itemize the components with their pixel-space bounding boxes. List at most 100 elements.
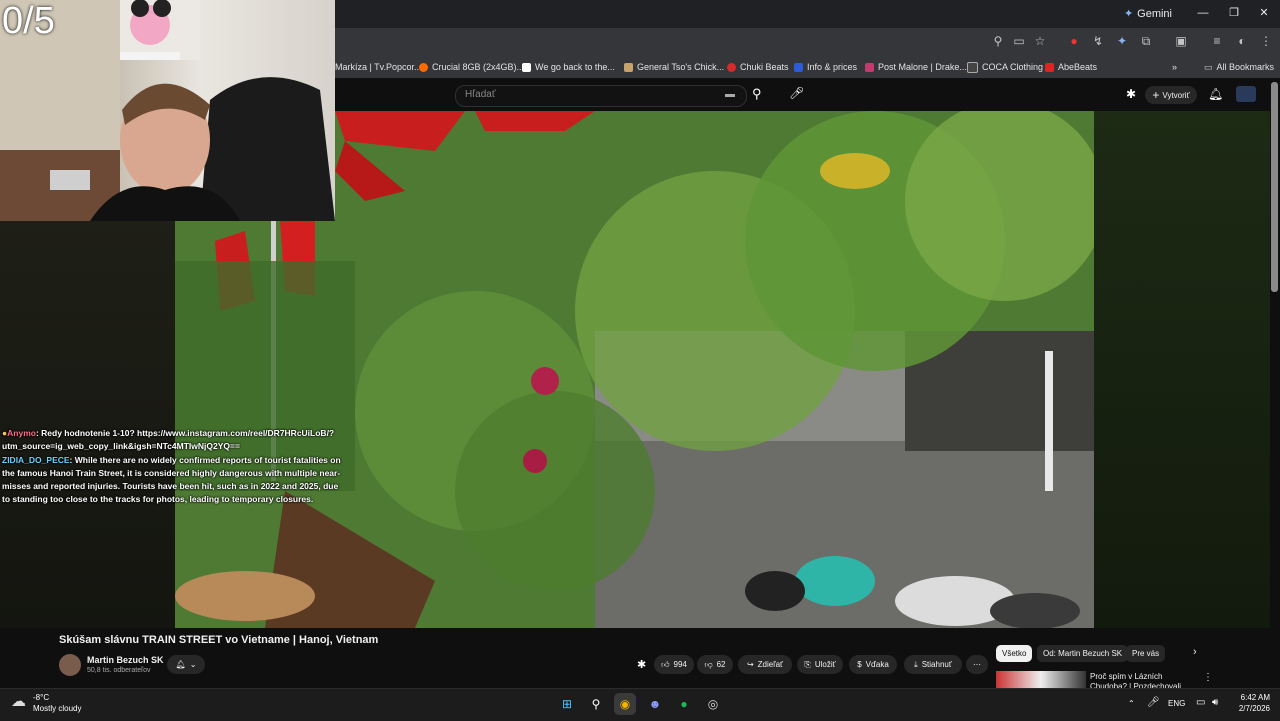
zoom-icon[interactable]: ⚲	[990, 33, 1006, 49]
share-icon: ↪	[746, 660, 754, 669]
cast-icon[interactable]: ▭	[1011, 33, 1027, 49]
media-icon[interactable]: ≡	[1209, 33, 1225, 49]
all-bookmarks-button[interactable]: ▭ All Bookmarks	[1204, 60, 1274, 74]
close-button[interactable]: ✕	[1254, 4, 1274, 22]
bookmark-item[interactable]: General Tso's Chick...	[624, 60, 724, 74]
share-button[interactable]: ↪ Zdieľať	[738, 655, 792, 674]
video-title: Skúšam slávnu TRAIN STREET vo Vietname |…	[59, 634, 379, 646]
more-actions-button[interactable]: ⋯	[966, 655, 988, 674]
bookmark-label: Chuki Beats	[740, 62, 789, 72]
extensions-puzzle-icon[interactable]: ⧉	[1138, 33, 1154, 49]
account-avatar[interactable]	[1236, 86, 1256, 102]
weather-temperature[interactable]: -8°C	[33, 693, 49, 702]
weather-icon[interactable]: ☁	[11, 692, 26, 710]
download-label: Stiahnuť	[921, 660, 952, 669]
extension-blue-icon[interactable]: ✦	[1114, 33, 1130, 49]
thumbs-up-icon: 👍︎	[661, 659, 670, 669]
extension-red-icon[interactable]: ●	[1066, 33, 1082, 49]
create-button[interactable]: + Vytvoriť	[1145, 86, 1197, 104]
search-placeholder: Hľadať	[465, 89, 496, 100]
chevron-right-icon[interactable]: ›	[1193, 646, 1197, 658]
channel-avatar[interactable]	[59, 654, 81, 676]
search-input[interactable]	[455, 85, 747, 107]
chevron-down-icon: ⌄	[189, 660, 197, 669]
bookmark-favicon-icon	[1045, 62, 1054, 72]
network-icon[interactable]: ▭	[1196, 697, 1205, 708]
left-ambient-panel	[0, 221, 175, 628]
bookmark-item[interactable]: Markíza | Tv.Popcor...	[335, 60, 422, 74]
recommendation-title[interactable]: Proč spím v Lázních Chudoba? | Pozdechov…	[1090, 672, 1200, 688]
bell-icon: 🔔︎	[175, 660, 186, 669]
clock-date[interactable]: 2/7/2026	[1230, 704, 1270, 713]
gemini-button[interactable]: ✦ Gemini	[1124, 7, 1172, 21]
recommendation-menu-icon[interactable]: ⋮	[1203, 672, 1213, 683]
like-count: 994	[673, 660, 687, 669]
dislike-button[interactable]: 👎︎ 62	[697, 655, 733, 674]
microphone-tray-icon[interactable]: 🎤︎	[1147, 697, 1160, 708]
menu-kebab-icon[interactable]: ⋮	[1258, 33, 1274, 49]
bookmark-favicon-icon	[419, 62, 428, 72]
counter-overlay: 0/5	[2, 0, 55, 42]
thanks-icon: $	[857, 660, 862, 669]
sidepanel-icon[interactable]: ▣	[1173, 33, 1189, 49]
start-icon[interactable]: ⊞	[556, 693, 578, 715]
bookmark-label: Crucial 8GB (2x4GB)...	[432, 62, 525, 72]
page-scrollbar[interactable]	[1271, 82, 1278, 292]
bookmark-item[interactable]: We go back to the...	[522, 60, 615, 74]
save-button[interactable]: ⎘ Uložiť	[797, 655, 843, 674]
clock-time[interactable]: 6:42 AM	[1230, 693, 1270, 702]
language-indicator[interactable]: ENG	[1168, 699, 1185, 708]
spotify-icon[interactable]: ●	[673, 693, 695, 715]
minimize-button[interactable]: —	[1193, 4, 1213, 22]
bookmark-favicon-icon	[624, 62, 633, 72]
search-icon[interactable]: ⚲	[752, 86, 762, 102]
volume-icon[interactable]: 🔊︎	[1212, 697, 1218, 708]
tray-chevron-up-icon[interactable]: ⌃	[1128, 699, 1135, 708]
chip-all[interactable]: Všetko	[996, 645, 1033, 662]
all-bookmarks-label: All Bookmarks	[1216, 62, 1275, 72]
recommendation-thumbnail[interactable]	[996, 671, 1086, 688]
sparkle-icon[interactable]: ✱	[637, 658, 646, 671]
bookmark-item[interactable]: Chuki Beats	[727, 60, 789, 74]
bookmarks-overflow-button[interactable]: »	[1172, 60, 1177, 74]
bookmark-label: Info & prices	[807, 62, 858, 72]
like-button[interactable]: 👍︎ 994	[654, 655, 694, 674]
profile-avatar-icon[interactable]: ◐	[1234, 33, 1250, 49]
bookmark-item[interactable]: COCA Clothing	[967, 60, 1043, 74]
download-button[interactable]: ⤓ Stiahnuť	[904, 655, 962, 674]
subscribe-bell-button[interactable]: 🔔︎ ⌄	[167, 655, 205, 674]
bookmark-favicon-icon	[967, 61, 978, 73]
bookmark-item[interactable]: Info & prices	[794, 60, 857, 74]
app-icon[interactable]: ◎	[702, 693, 724, 715]
gear-icon[interactable]: ✱	[1126, 87, 1136, 101]
chat-message: ZIDIA_DO_PECE: While there are no widely…	[2, 454, 342, 506]
bookmark-item[interactable]: Crucial 8GB (2x4GB)...	[419, 60, 524, 74]
weather-description[interactable]: Mostly cloudy	[33, 704, 81, 713]
bookmark-item[interactable]: Post Malone | Drake...	[865, 60, 967, 74]
bookmark-label: We go back to the...	[535, 62, 615, 72]
channel-name[interactable]: Martin Bezuch SK	[87, 655, 164, 665]
windows-taskbar	[0, 688, 1280, 721]
thanks-label: Vďaka	[865, 660, 889, 669]
folder-icon: ▭	[1204, 61, 1213, 72]
chrome-icon[interactable]: ◉	[614, 693, 636, 715]
bookmark-label: COCA Clothing	[982, 62, 1044, 72]
chip-from-channel[interactable]: Od: Martin Bezuch SK	[1037, 645, 1129, 662]
extension-gray-icon[interactable]: ↯	[1090, 33, 1106, 49]
keyboard-icon[interactable]: ▬	[725, 89, 735, 100]
restore-button[interactable]: ❐	[1224, 4, 1244, 22]
bookmark-label: Markíza | Tv.Popcor...	[335, 62, 422, 72]
taskbar-search-icon[interactable]: ⚲	[585, 693, 607, 715]
bookmark-favicon-icon	[727, 62, 736, 72]
bookmark-item[interactable]: AbeBeats	[1045, 60, 1097, 74]
microphone-icon[interactable]: 🎤︎	[789, 86, 804, 100]
discord-icon[interactable]: ☻	[644, 693, 666, 715]
bookmark-label: AbeBeats	[1058, 62, 1098, 72]
chip-for-you[interactable]: Pre vás	[1126, 645, 1166, 662]
subscriber-count: 50,8 tis. odberateľov	[87, 667, 151, 674]
bookmark-favicon-icon	[865, 62, 874, 72]
bookmark-star-icon[interactable]: ☆	[1032, 33, 1048, 49]
thanks-button[interactable]: $ Vďaka	[849, 655, 897, 674]
bell-icon[interactable]: 🔔︎	[1208, 87, 1223, 101]
chat-text: : Redy hodnotenie 1-10? https://www.inst…	[2, 428, 335, 451]
